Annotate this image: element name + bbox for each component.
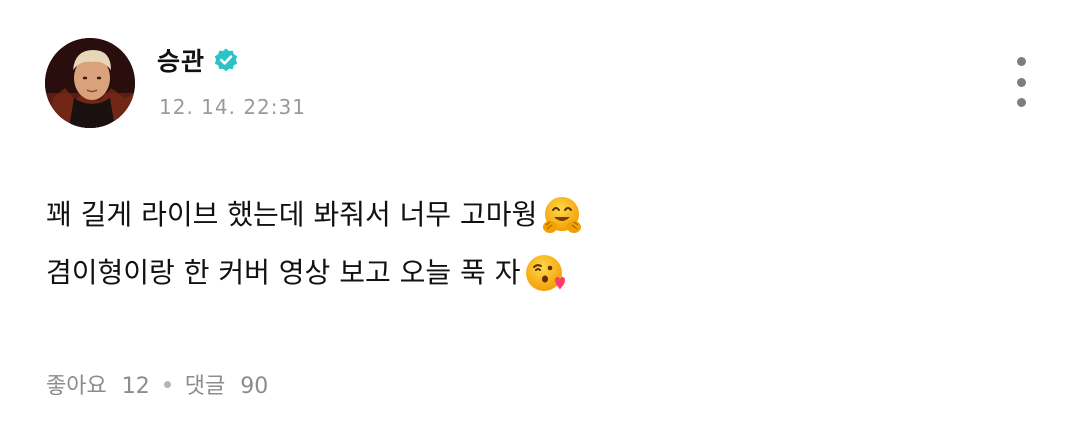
post-footer: 좋아요 12 댓글 90	[46, 368, 268, 400]
likes-count: 12	[121, 374, 150, 399]
comments-label: 댓글	[184, 374, 226, 399]
post-body: 꽤 길게 라이브 했는데 봐줘서 너무 고마웡 겸이형이랑 한 커버 영상 보고…	[46, 186, 585, 302]
more-vertical-icon-dot	[1016, 98, 1026, 107]
comments-count: 90	[240, 374, 269, 399]
more-vertical-icon	[1016, 57, 1026, 66]
hugging-face-emoji-icon	[539, 192, 585, 238]
avatar-image	[45, 38, 135, 128]
more-options-button[interactable]	[1006, 57, 1036, 107]
post-body-text: 꽤 길게 라이브 했는데 봐줘서 너무 고마웡	[46, 198, 538, 231]
author-row: 승관	[157, 42, 239, 78]
footer-separator	[163, 380, 171, 388]
more-vertical-icon-dot	[1016, 77, 1026, 87]
verified-badge-icon	[214, 48, 238, 72]
likes-label: 좋아요	[46, 374, 107, 399]
author-avatar[interactable]	[45, 38, 135, 128]
post-body-text: 겸이형이랑 한 커버 영상 보고 오늘 푹 자	[46, 256, 521, 289]
post-card: 승관 12. 14. 22:31 꽤 길게 라이브 했는데 봐줘서 너무 고마웡	[0, 0, 1080, 448]
post-body-line: 꽤 길게 라이브 했는데 봐줘서 너무 고마웡	[46, 186, 585, 244]
author-name[interactable]: 승관	[157, 42, 205, 78]
comments-button[interactable]: 댓글 90	[185, 368, 268, 400]
likes-button[interactable]: 좋아요 12	[46, 368, 150, 400]
face-blowing-kiss-emoji-icon	[522, 250, 568, 296]
post-timestamp: 12. 14. 22:31	[159, 95, 306, 119]
post-body-line: 겸이형이랑 한 커버 영상 보고 오늘 푹 자	[46, 244, 585, 302]
